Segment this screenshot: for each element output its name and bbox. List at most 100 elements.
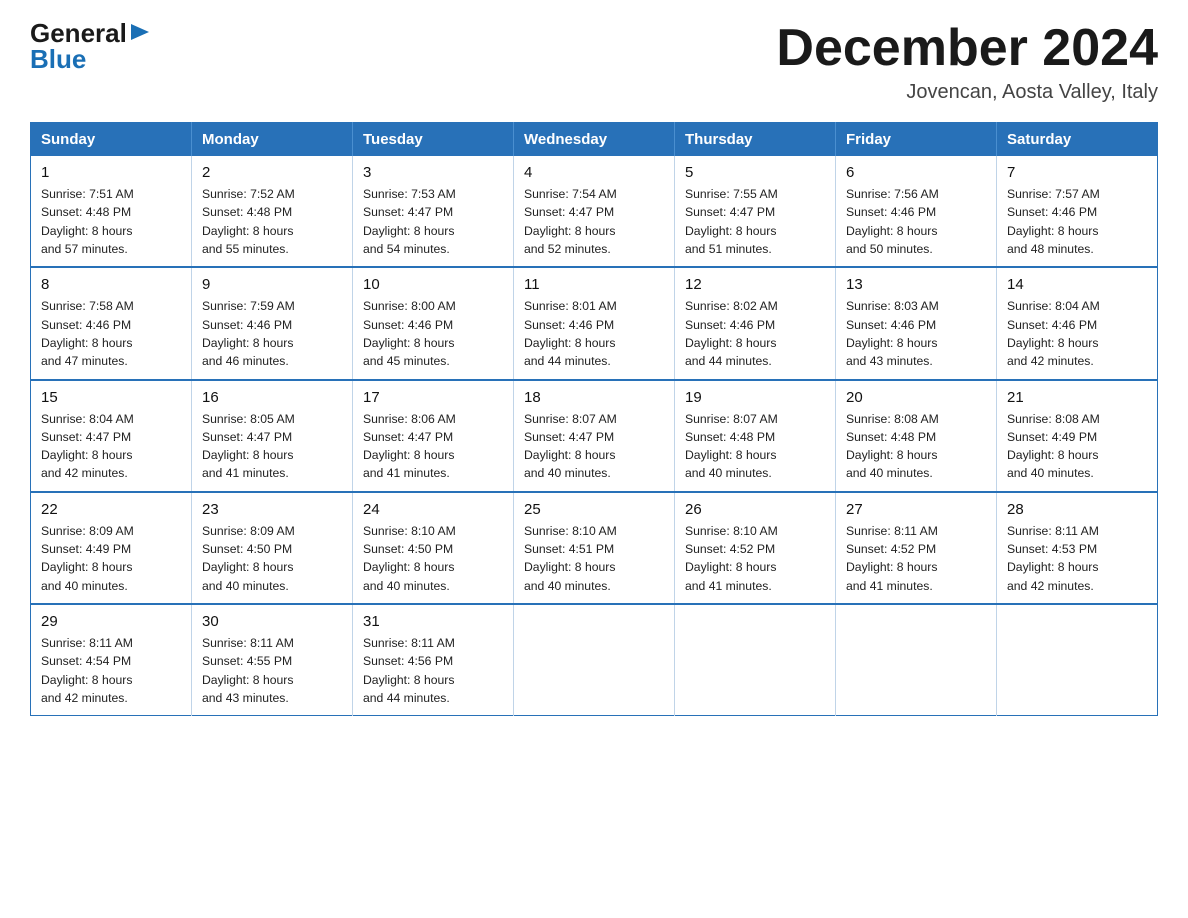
- calendar-cell: 12 Sunrise: 8:02 AMSunset: 4:46 PMDayligh…: [675, 267, 836, 379]
- day-number: 26: [685, 501, 825, 518]
- calendar-cell: [836, 604, 997, 716]
- day-info: Sunrise: 7:57 AMSunset: 4:46 PMDaylight:…: [1007, 185, 1147, 258]
- day-number: 11: [524, 276, 664, 293]
- calendar-cell: 22Sunrise: 8:09 AMSunset: 4:49 PMDayligh…: [31, 492, 192, 604]
- day-info: Sunrise: 7:56 AMSunset: 4:46 PMDaylight:…: [846, 185, 986, 258]
- day-number: 31: [363, 613, 503, 630]
- column-header-saturday: Saturday: [997, 123, 1158, 157]
- day-number: 27: [846, 501, 986, 518]
- day-info: Sunrise: 8:02 AMSunset: 4:46 PMDaylight:…: [685, 297, 825, 370]
- day-info: Sunrise: 7:52 AMSunset: 4:48 PMDaylight:…: [202, 185, 342, 258]
- calendar-cell: 7 Sunrise: 7:57 AMSunset: 4:46 PMDaylight…: [997, 156, 1158, 267]
- day-info: Sunrise: 8:07 AMSunset: 4:48 PMDaylight:…: [685, 410, 825, 483]
- day-info: Sunrise: 7:58 AMSunset: 4:46 PMDaylight:…: [41, 297, 181, 370]
- calendar-cell: 28Sunrise: 8:11 AMSunset: 4:53 PMDayligh…: [997, 492, 1158, 604]
- calendar-cell: 17 Sunrise: 8:06 AMSunset: 4:47 PMDayligh…: [353, 380, 514, 492]
- day-number: 14: [1007, 276, 1147, 293]
- day-info: Sunrise: 8:04 AMSunset: 4:47 PMDaylight:…: [41, 410, 181, 483]
- calendar-cell: 30Sunrise: 8:11 AMSunset: 4:55 PMDayligh…: [192, 604, 353, 716]
- column-header-wednesday: Wednesday: [514, 123, 675, 157]
- calendar-cell: 1 Sunrise: 7:51 AMSunset: 4:48 PMDaylight…: [31, 156, 192, 267]
- calendar-cell: 11 Sunrise: 8:01 AMSunset: 4:46 PMDayligh…: [514, 267, 675, 379]
- column-header-monday: Monday: [192, 123, 353, 157]
- week-row-4: 22Sunrise: 8:09 AMSunset: 4:49 PMDayligh…: [31, 492, 1158, 604]
- title-area: December 2024 Jovencan, Aosta Valley, It…: [776, 20, 1158, 104]
- week-row-1: 1 Sunrise: 7:51 AMSunset: 4:48 PMDaylight…: [31, 156, 1158, 267]
- calendar-cell: 3 Sunrise: 7:53 AMSunset: 4:47 PMDaylight…: [353, 156, 514, 267]
- day-number: 17: [363, 389, 503, 406]
- day-number: 1: [41, 164, 181, 181]
- day-info: Sunrise: 7:54 AMSunset: 4:47 PMDaylight:…: [524, 185, 664, 258]
- calendar-cell: 15 Sunrise: 8:04 AMSunset: 4:47 PMDayligh…: [31, 380, 192, 492]
- day-number: 13: [846, 276, 986, 293]
- calendar-cell: [997, 604, 1158, 716]
- calendar-cell: 24 Sunrise: 8:10 AMSunset: 4:50 PMDayligh…: [353, 492, 514, 604]
- day-number: 3: [363, 164, 503, 181]
- calendar-cell: 9Sunrise: 7:59 AMSunset: 4:46 PMDaylight…: [192, 267, 353, 379]
- column-header-tuesday: Tuesday: [353, 123, 514, 157]
- calendar-cell: 31Sunrise: 8:11 AMSunset: 4:56 PMDayligh…: [353, 604, 514, 716]
- week-row-5: 29 Sunrise: 8:11 AMSunset: 4:54 PMDayligh…: [31, 604, 1158, 716]
- day-info: Sunrise: 8:10 AMSunset: 4:51 PMDaylight:…: [524, 522, 664, 595]
- page-header: General Blue December 2024 Jovencan, Aos…: [30, 20, 1158, 104]
- day-number: 8: [41, 276, 181, 293]
- calendar-cell: 13Sunrise: 8:03 AMSunset: 4:46 PMDayligh…: [836, 267, 997, 379]
- calendar-cell: 26 Sunrise: 8:10 AMSunset: 4:52 PMDayligh…: [675, 492, 836, 604]
- day-number: 12: [685, 276, 825, 293]
- calendar-cell: [514, 604, 675, 716]
- logo-blue-text: Blue: [30, 46, 86, 72]
- day-info: Sunrise: 8:04 AMSunset: 4:46 PMDaylight:…: [1007, 297, 1147, 370]
- calendar-table: SundayMondayTuesdayWednesdayThursdayFrid…: [30, 122, 1158, 716]
- day-number: 6: [846, 164, 986, 181]
- day-info: Sunrise: 7:55 AMSunset: 4:47 PMDaylight:…: [685, 185, 825, 258]
- day-info: Sunrise: 7:51 AMSunset: 4:48 PMDaylight:…: [41, 185, 181, 258]
- day-info: Sunrise: 8:11 AMSunset: 4:55 PMDaylight:…: [202, 634, 342, 707]
- day-number: 10: [363, 276, 503, 293]
- day-number: 24: [363, 501, 503, 518]
- calendar-cell: 18Sunrise: 8:07 AMSunset: 4:47 PMDayligh…: [514, 380, 675, 492]
- day-info: Sunrise: 8:10 AMSunset: 4:50 PMDaylight:…: [363, 522, 503, 595]
- calendar-cell: [675, 604, 836, 716]
- day-number: 4: [524, 164, 664, 181]
- calendar-cell: 27 Sunrise: 8:11 AMSunset: 4:52 PMDayligh…: [836, 492, 997, 604]
- day-number: 20: [846, 389, 986, 406]
- day-number: 15: [41, 389, 181, 406]
- calendar-cell: 5 Sunrise: 7:55 AMSunset: 4:47 PMDaylight…: [675, 156, 836, 267]
- day-info: Sunrise: 8:05 AMSunset: 4:47 PMDaylight:…: [202, 410, 342, 483]
- month-title: December 2024: [776, 20, 1158, 77]
- calendar-cell: 8 Sunrise: 7:58 AMSunset: 4:46 PMDaylight…: [31, 267, 192, 379]
- week-row-2: 8 Sunrise: 7:58 AMSunset: 4:46 PMDaylight…: [31, 267, 1158, 379]
- calendar-cell: 2Sunrise: 7:52 AMSunset: 4:48 PMDaylight…: [192, 156, 353, 267]
- calendar-cell: 25 Sunrise: 8:10 AMSunset: 4:51 PMDayligh…: [514, 492, 675, 604]
- day-number: 25: [524, 501, 664, 518]
- column-header-friday: Friday: [836, 123, 997, 157]
- column-header-thursday: Thursday: [675, 123, 836, 157]
- day-info: Sunrise: 8:08 AMSunset: 4:48 PMDaylight:…: [846, 410, 986, 483]
- calendar-header-row: SundayMondayTuesdayWednesdayThursdayFrid…: [31, 123, 1158, 157]
- day-info: Sunrise: 7:53 AMSunset: 4:47 PMDaylight:…: [363, 185, 503, 258]
- calendar-cell: 29 Sunrise: 8:11 AMSunset: 4:54 PMDayligh…: [31, 604, 192, 716]
- calendar-cell: 23 Sunrise: 8:09 AMSunset: 4:50 PMDayligh…: [192, 492, 353, 604]
- location-text: Jovencan, Aosta Valley, Italy: [776, 81, 1158, 104]
- day-number: 5: [685, 164, 825, 181]
- day-info: Sunrise: 8:09 AMSunset: 4:50 PMDaylight:…: [202, 522, 342, 595]
- day-info: Sunrise: 8:10 AMSunset: 4:52 PMDaylight:…: [685, 522, 825, 595]
- calendar-cell: 14 Sunrise: 8:04 AMSunset: 4:46 PMDayligh…: [997, 267, 1158, 379]
- day-info: Sunrise: 8:11 AMSunset: 4:53 PMDaylight:…: [1007, 522, 1147, 595]
- day-number: 23: [202, 501, 342, 518]
- day-number: 18: [524, 389, 664, 406]
- day-number: 7: [1007, 164, 1147, 181]
- calendar-cell: 16Sunrise: 8:05 AMSunset: 4:47 PMDayligh…: [192, 380, 353, 492]
- day-number: 29: [41, 613, 181, 630]
- day-number: 9: [202, 276, 342, 293]
- week-row-3: 15 Sunrise: 8:04 AMSunset: 4:47 PMDayligh…: [31, 380, 1158, 492]
- logo-general-text: General: [30, 20, 127, 46]
- day-info: Sunrise: 8:00 AMSunset: 4:46 PMDaylight:…: [363, 297, 503, 370]
- day-number: 21: [1007, 389, 1147, 406]
- calendar-cell: 20 Sunrise: 8:08 AMSunset: 4:48 PMDayligh…: [836, 380, 997, 492]
- day-info: Sunrise: 8:11 AMSunset: 4:54 PMDaylight:…: [41, 634, 181, 707]
- day-info: Sunrise: 8:06 AMSunset: 4:47 PMDaylight:…: [363, 410, 503, 483]
- logo-triangle-icon: [131, 24, 149, 40]
- day-info: Sunrise: 8:01 AMSunset: 4:46 PMDaylight:…: [524, 297, 664, 370]
- day-info: Sunrise: 8:11 AMSunset: 4:52 PMDaylight:…: [846, 522, 986, 595]
